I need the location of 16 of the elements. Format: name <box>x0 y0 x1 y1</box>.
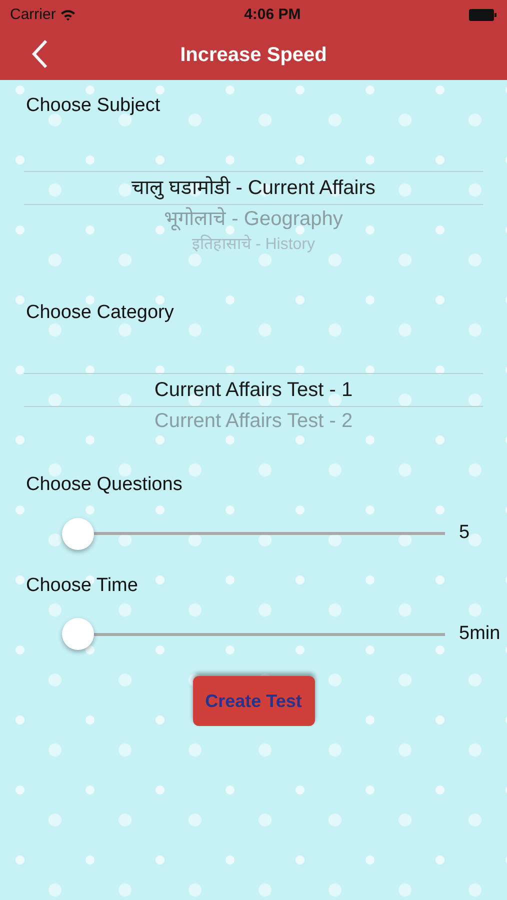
slider-value: 5min <box>458 622 502 646</box>
status-time: 4:06 PM <box>244 4 301 25</box>
slider-thumb[interactable] <box>62 518 94 550</box>
section-label: Choose Time <box>25 574 139 598</box>
section-label: Choose Category <box>25 300 175 324</box>
picker-option[interactable]: Current Affairs Test - 1 <box>24 374 483 406</box>
section-label: Choose Subject <box>25 94 162 118</box>
wifi-icon <box>60 9 76 21</box>
slider-thumb[interactable] <box>62 618 94 650</box>
section-label: Choose Questions <box>25 473 184 497</box>
screen-title: Increase Speed <box>180 43 327 68</box>
picker-option[interactable]: चालु घडामोडी - Current Affairs <box>24 172 483 204</box>
picker[interactable]: Current Affairs Test - 1 Current Affairs Test - 2 <box>24 373 483 445</box>
slider-value: 5 <box>458 521 471 546</box>
carrier-label: Carrier <box>10 4 56 25</box>
battery-icon <box>468 9 497 21</box>
